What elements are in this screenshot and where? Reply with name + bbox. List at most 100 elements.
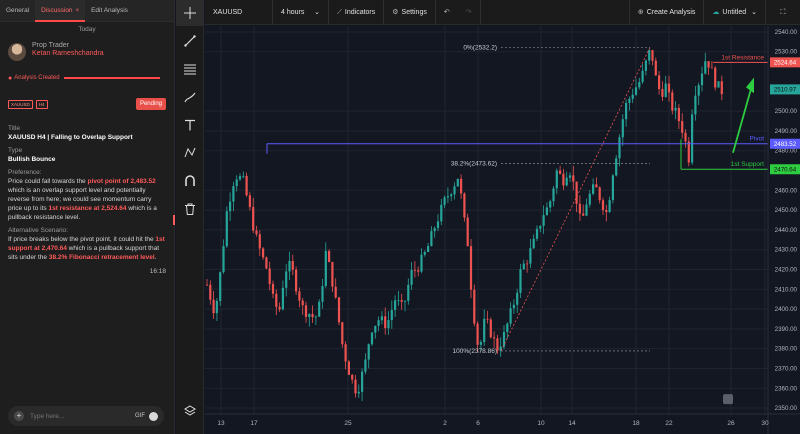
candle-body (443, 197, 446, 205)
candle-body (377, 320, 380, 326)
candle-body (473, 289, 476, 324)
emoji-icon[interactable] (149, 411, 158, 421)
candle-body (625, 102, 628, 120)
symbol-search[interactable]: XAUUSD (205, 0, 273, 25)
tab-general[interactable]: General (0, 0, 35, 22)
candle-body (453, 186, 456, 195)
candle-body (209, 284, 212, 300)
chart-topbar: XAUUSD 4 hours ⌄ ⟋ Indicators ⚙ Settings ↶ … (205, 0, 800, 25)
candle-body (714, 67, 717, 88)
y-tick-label: 2500.00 (775, 108, 798, 115)
candle-body (720, 81, 723, 95)
candle-body (278, 306, 281, 310)
price-chart[interactable]: 0%(2532.2) 38.2%(2473.62) 100%(2378.86) 1st… (205, 26, 800, 434)
candle-body (433, 228, 436, 232)
chevron-down-icon: ⌄ (751, 8, 757, 16)
symbol-tag: XAUUSD (8, 99, 33, 109)
candle-body (506, 323, 509, 333)
fib-icon[interactable] (176, 56, 204, 82)
candle-body (298, 291, 301, 301)
candle-body (493, 337, 496, 339)
chevron-down-icon: ⌄ (314, 8, 320, 16)
trendline-icon[interactable] (176, 28, 204, 54)
candle-body (460, 178, 463, 194)
layers-icon[interactable] (176, 398, 204, 424)
candle-body (555, 170, 558, 189)
candle-body (394, 300, 397, 310)
trash-icon[interactable] (176, 196, 204, 222)
close-icon[interactable]: × (76, 8, 80, 14)
gif-button[interactable]: GIF (135, 413, 145, 419)
candle-body (324, 250, 327, 286)
candle-body (684, 132, 687, 142)
candle-body (677, 107, 680, 122)
author-name[interactable]: Ketan Rameshchandra (32, 50, 104, 57)
candle-body (212, 299, 215, 314)
avatar[interactable] (8, 43, 26, 61)
message-time: 16:18 (149, 268, 166, 275)
text-segment: If price breaks below the pivot point, i… (8, 236, 156, 243)
title-value: XAUUSD H4 | Falling to Overlap Support (8, 134, 133, 141)
create-analysis-button[interactable]: ⊕ Create Analysis (628, 0, 705, 25)
candle-body (400, 299, 403, 302)
candle-body (232, 186, 235, 202)
interval-select[interactable]: 4 hours ⌄ (273, 0, 329, 25)
brush-icon[interactable] (176, 84, 204, 110)
candle-body (403, 300, 407, 302)
candle-body (618, 137, 621, 159)
candle-body (427, 246, 430, 252)
indicators-label: Indicators (344, 8, 376, 16)
candle-body (516, 292, 519, 305)
indicators-button[interactable]: ⟋ Indicators (329, 0, 385, 25)
y-tick-label: 2370.00 (775, 365, 798, 372)
settings-button[interactable]: ⚙ Settings (384, 0, 436, 25)
pattern-icon[interactable] (176, 140, 204, 166)
candle-body (361, 371, 364, 392)
candle-body (304, 305, 308, 317)
price-badge-label: 2510.97 (774, 87, 797, 94)
candle-body (291, 260, 294, 270)
y-tick-label: 2530.00 (775, 49, 798, 56)
redo-button[interactable]: ↷ (458, 0, 481, 25)
candle-body (219, 272, 222, 301)
undo-button[interactable]: ↶ (436, 0, 458, 25)
chart-icon: ⟋ (337, 8, 342, 16)
magnet-icon[interactable] (176, 168, 204, 194)
support-line-label: 1st Support (731, 161, 764, 168)
panel-resize-handle[interactable] (173, 215, 175, 225)
candle-body (436, 221, 440, 229)
crosshair-icon[interactable] (176, 0, 204, 26)
candle-body (545, 207, 548, 216)
candle-body (423, 251, 426, 255)
candle-body (463, 193, 466, 218)
candle-body (235, 179, 238, 187)
candle-body (509, 308, 512, 324)
candle-body (694, 95, 697, 115)
plus-icon[interactable]: + (14, 411, 24, 421)
layout-select[interactable]: ☁ Untitled ⌄ (704, 0, 766, 25)
gear-icon: ⚙ (392, 8, 399, 16)
candle-body (592, 184, 595, 194)
alternative-text: If price breaks below the pivot point, i… (8, 235, 166, 262)
candle-body (252, 207, 255, 231)
candle-body (225, 211, 228, 247)
candle-body (631, 94, 634, 99)
candle-body (512, 304, 515, 309)
tab-edit-analysis[interactable]: Edit Analysis (85, 0, 134, 22)
tab-discussion[interactable]: Discussion × (35, 0, 86, 22)
x-tick-label: 14 (568, 420, 576, 427)
candle-body (519, 269, 522, 293)
y-tick-label: 2420.00 (775, 266, 798, 273)
candle-body (644, 60, 647, 71)
fullscreen-button[interactable]: ⛶ (766, 0, 800, 25)
candle-body (615, 158, 618, 176)
candle-body (380, 316, 383, 321)
candle-body (328, 250, 331, 263)
candle-body (374, 325, 377, 333)
candle-body (667, 83, 671, 93)
chat-input[interactable] (30, 412, 135, 420)
candle-body (681, 121, 684, 133)
text-icon[interactable] (176, 112, 204, 138)
candle-body (605, 210, 608, 213)
pending-status-button[interactable]: Pending (135, 98, 166, 110)
